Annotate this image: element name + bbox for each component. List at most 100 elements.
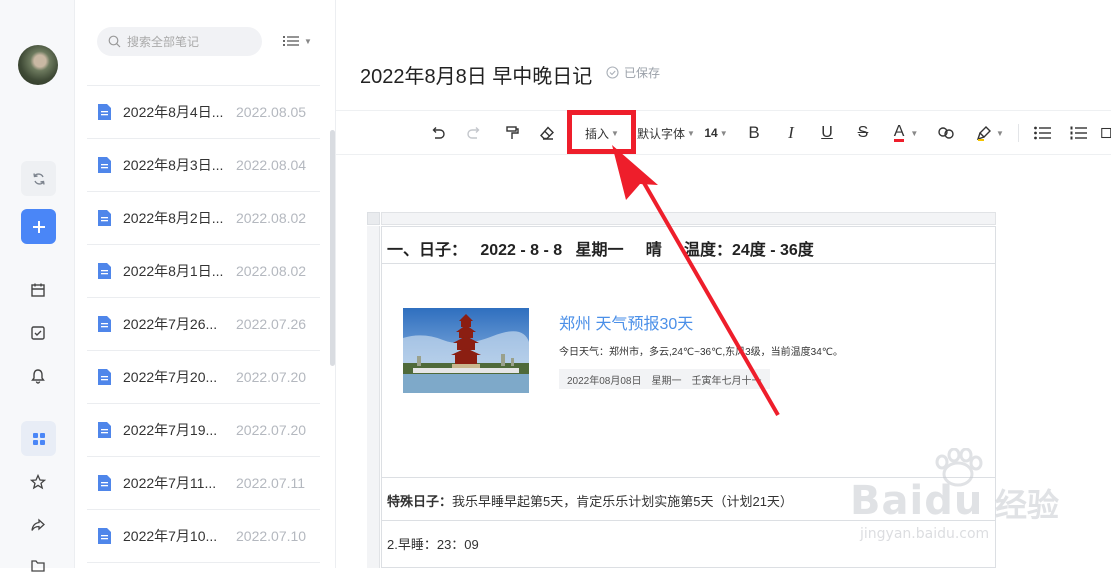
weather-date-tag: 2022年08月08日 星期一 壬寅年七月十一 xyxy=(559,369,770,389)
watermark-text: 经验 xyxy=(995,487,1060,523)
font-family-select[interactable]: 默认字体 ▼ xyxy=(636,122,696,144)
sync-button[interactable] xyxy=(21,161,56,196)
highlight-box xyxy=(567,110,636,154)
sort-menu-button[interactable]: ▼ xyxy=(283,33,313,49)
editor: 2022年8月8日 早中晚日记 已保存 插入 ▼ 默认字体 ▼ 14 ▼ B I… xyxy=(336,0,1111,568)
note-item-title: 2022年8月3日... xyxy=(123,157,224,173)
document-icon xyxy=(98,528,111,544)
underline-icon: U xyxy=(821,124,833,141)
icon-rail xyxy=(0,0,75,572)
table-column-bar[interactable] xyxy=(381,212,996,225)
star-icon xyxy=(30,474,46,490)
new-note-button[interactable] xyxy=(21,209,56,244)
checklist-icon xyxy=(1101,127,1111,139)
note-title[interactable]: 2022年8月8日 早中晚日记 xyxy=(360,60,592,89)
sleep-time-text: 2.早睡：23：09 xyxy=(387,537,479,552)
bullet-list-button[interactable] xyxy=(1032,122,1052,144)
chevron-down-icon: ▼ xyxy=(996,128,1004,138)
format-painter-button[interactable] xyxy=(502,122,522,144)
font-color-button[interactable]: A ▼ xyxy=(889,122,923,144)
note-list-item[interactable]: 2022年8月4日... 2022.08.05 xyxy=(87,86,320,139)
chevron-down-icon: ▼ xyxy=(910,128,919,138)
note-item-date: 2022.07.26 xyxy=(236,316,307,332)
document-icon xyxy=(98,422,111,438)
note-item-title: 2022年7月26... xyxy=(123,316,218,332)
note-list-item[interactable]: 2022年7月10... 2022.07.10 xyxy=(87,510,320,563)
search-box[interactable] xyxy=(97,27,262,56)
highlight-button[interactable]: ▼ xyxy=(973,122,1007,144)
table-handle[interactable] xyxy=(367,212,380,225)
format-painter-icon xyxy=(506,126,519,139)
note-list-item[interactable]: 2022年8月3日... 2022.08.04 xyxy=(87,139,320,192)
note-item-date: 2022.07.20 xyxy=(236,422,307,438)
clear-format-button[interactable] xyxy=(537,122,557,144)
calendar-button[interactable] xyxy=(29,281,47,299)
note-item-title: 2022年7月10... xyxy=(123,528,218,544)
note-item-title: 2022年7月20... xyxy=(123,369,218,385)
special-day-text: 特殊日子：我乐早睡早起第5天，肯定乐乐计划实施第5天（计划21天） xyxy=(387,491,793,510)
underline-button[interactable]: U xyxy=(817,122,837,144)
document-icon xyxy=(98,263,111,279)
checkbox-icon xyxy=(31,326,45,340)
strikethrough-button[interactable]: S xyxy=(853,122,873,144)
note-list-item[interactable]: 2022年8月2日... 2022.08.02 xyxy=(87,192,320,245)
weather-description: 今日天气：郑州市，多云,24℃~36℃,东风3级，当前温度34℃。 xyxy=(559,347,844,358)
day-info-text: 一、日子： 2022 - 8 - 8 星期一 晴 温度：24度 - 36度 xyxy=(387,242,814,259)
folder-button[interactable] xyxy=(29,557,47,575)
special-day-content: 我乐早睡早起第5天，肯定乐乐计划实施第5天（计划21天） xyxy=(452,494,793,509)
italic-button[interactable]: I xyxy=(781,122,801,144)
numbered-list-button[interactable] xyxy=(1068,122,1088,144)
weather-weekday: 星期一 xyxy=(651,375,682,387)
table-row[interactable]: 郑州 天气预报30天 今日天气：郑州市，多云,24℃~36℃,东风3级，当前温度… xyxy=(381,263,996,478)
document-icon xyxy=(98,475,111,491)
note-list-item[interactable]: 2022年7月20... 2022.07.20 xyxy=(87,351,320,404)
redo-button[interactable] xyxy=(464,122,484,144)
numbered-list-icon xyxy=(1070,126,1087,140)
table-row-bar[interactable] xyxy=(367,226,380,568)
undo-button[interactable] xyxy=(428,122,448,144)
italic-icon: I xyxy=(788,123,794,142)
undo-icon xyxy=(432,127,445,139)
note-item-date: 2022.07.20 xyxy=(236,369,307,385)
scrollbar[interactable] xyxy=(330,130,335,366)
redo-icon xyxy=(467,127,480,139)
check-circle-icon xyxy=(606,66,619,79)
search-input[interactable] xyxy=(127,34,247,49)
todo-button[interactable] xyxy=(29,324,47,342)
bold-button[interactable]: B xyxy=(744,122,764,144)
table-row[interactable]: 一、日子： 2022 - 8 - 8 星期一 晴 温度：24度 - 36度 xyxy=(381,226,996,264)
document-icon xyxy=(98,316,111,332)
reminder-button[interactable] xyxy=(29,367,47,385)
note-item-title: 2022年7月19... xyxy=(123,422,218,438)
weather-link[interactable]: 郑州 天气预报30天 xyxy=(559,310,693,334)
weather-image xyxy=(403,308,529,393)
note-item-title: 2022年8月1日... xyxy=(123,263,224,279)
link-button[interactable] xyxy=(936,122,956,144)
font-family-label: 默认字体 xyxy=(637,126,686,141)
note-item-date: 2022.08.04 xyxy=(236,157,307,173)
share-icon xyxy=(31,518,45,531)
checklist-button[interactable] xyxy=(1101,122,1111,144)
note-list-item[interactable]: 2022年7月26... 2022.07.26 xyxy=(87,298,320,351)
search-icon xyxy=(108,35,121,48)
note-list-item[interactable]: 2022年7月19... 2022.07.20 xyxy=(87,404,320,457)
apps-button[interactable] xyxy=(21,421,56,456)
weather-lunar-date: 壬寅年七月十一 xyxy=(691,375,762,387)
starred-button[interactable] xyxy=(29,473,47,491)
shared-button[interactable] xyxy=(29,516,47,534)
note-list-item[interactable]: 2022年8月1日... 2022.08.02 xyxy=(87,245,320,298)
plus-icon xyxy=(32,220,45,233)
avatar[interactable] xyxy=(18,45,58,85)
note-item-date: 2022.08.05 xyxy=(236,104,307,120)
note-item-date: 2022.08.02 xyxy=(236,210,307,226)
font-color-icon: A xyxy=(893,123,905,142)
font-size-select[interactable]: 14 ▼ xyxy=(702,122,730,144)
note-list-item[interactable]: 2022年7月11... 2022.07.11 xyxy=(87,457,320,510)
watermark: Baidu 经验 jingyan.baidu.com xyxy=(850,448,1110,548)
document-icon xyxy=(98,210,111,226)
note-item-date: 2022.07.10 xyxy=(236,528,307,544)
note-item-title: 2022年8月4日... xyxy=(123,104,224,120)
bold-icon: B xyxy=(748,123,760,142)
divider xyxy=(1018,124,1019,142)
eraser-icon xyxy=(540,126,554,140)
